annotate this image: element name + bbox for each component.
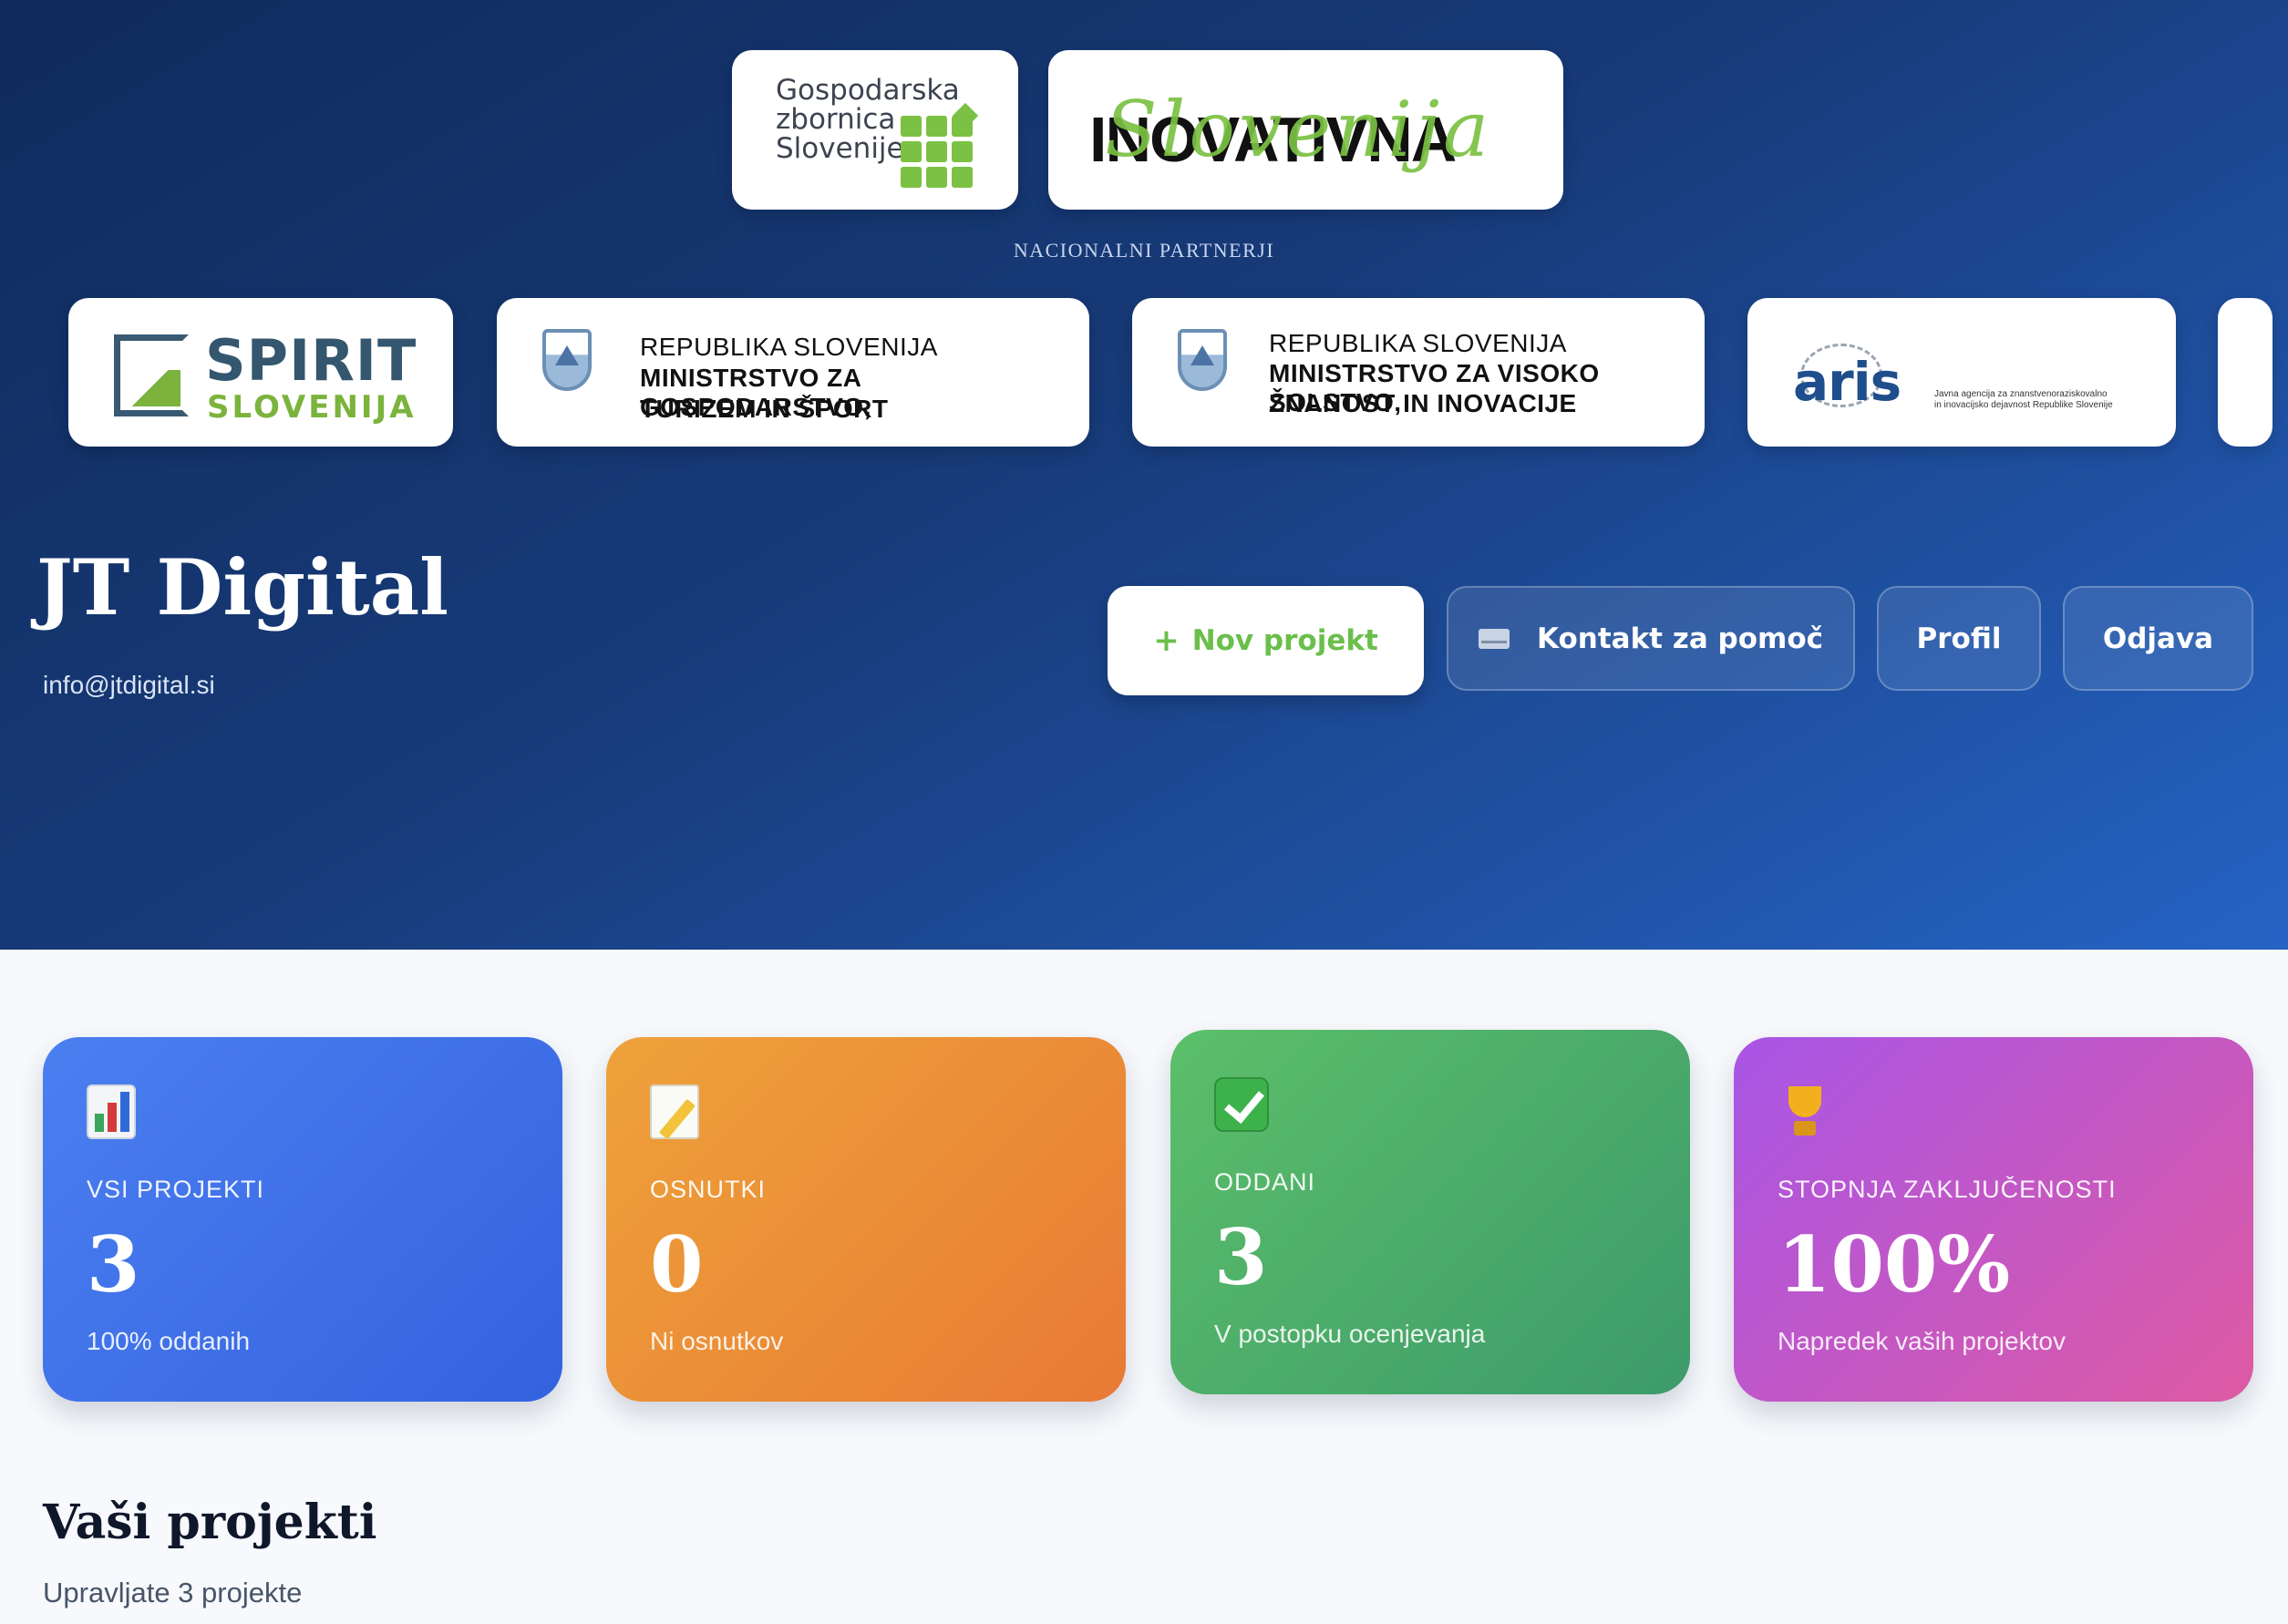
coat-of-arms-icon [542, 329, 592, 391]
projects-section-title: Vaši projekti [43, 1495, 377, 1550]
stat-subtext: 100% oddanih [87, 1327, 251, 1355]
stat-label: VSI PROJEKTI [87, 1176, 265, 1203]
ministry-economy-line3: TURIZEM IN ŠPORT [640, 395, 889, 423]
inovativna-slovenija-logo[interactable]: INOVATIVNA Slovenija [1048, 50, 1563, 210]
logout-label: Odjava [2102, 622, 2214, 655]
new-project-label: Nov projekt [1191, 624, 1378, 657]
stat-subtext: Napredek vaših projektov [1778, 1327, 2066, 1355]
stat-card-submitted: ODDANI 3 V postopku ocenjevanja [1170, 1030, 1690, 1394]
hero-header: Gospodarska zbornica Slovenije INOVATIVN… [0, 0, 2288, 950]
stat-subtext: V postopku ocenjevanja [1214, 1320, 1486, 1348]
bar-chart-icon [87, 1084, 136, 1139]
ministry-science-line1: REPUBLIKA SLOVENIJA [1269, 329, 1567, 357]
new-project-button[interactable]: + Nov projekt [1108, 586, 1424, 695]
spirit-slovenija-logo[interactable]: SPIRIT SLOVENIJA [68, 298, 453, 447]
inovativna-script: Slovenija [1105, 85, 1493, 174]
stat-card-drafts: OSNUTKI 0 Ni osnutkov [606, 1037, 1126, 1402]
stat-card-completion-rate: STOPNJA ZAKLJUČENOSTI 100% Napredek vaši… [1734, 1037, 2253, 1402]
national-partners-label: NACIONALNI PARTNERJI [1013, 239, 1275, 262]
company-name: JT Digital [36, 542, 449, 632]
check-mark-icon [1214, 1077, 1269, 1132]
stat-label: STOPNJA ZAKLJUČENOSTI [1778, 1176, 2117, 1203]
profile-label: Profil [1916, 622, 2002, 655]
spirit-subtitle: SLOVENIJA [207, 389, 417, 426]
ministry-economy-logo[interactable]: REPUBLIKA SLOVENIJA MINISTRSTVO ZA GOSPO… [497, 298, 1089, 447]
logout-button[interactable]: Odjava [2063, 586, 2253, 691]
coat-of-arms-icon [1178, 329, 1227, 391]
memo-icon [650, 1084, 699, 1139]
spirit-mark-icon [114, 334, 189, 416]
stat-value: 3 [87, 1219, 140, 1310]
stat-card-all-projects: VSI PROJEKTI 3 100% oddanih [43, 1037, 562, 1402]
help-contact-label: Kontakt za pomoč [1536, 622, 1824, 655]
help-contact-button[interactable]: Kontakt za pomoč [1447, 586, 1855, 691]
stat-subtext: Ni osnutkov [650, 1327, 784, 1355]
spirit-title: SPIRIT [205, 327, 417, 394]
envelope-icon [1478, 628, 1510, 649]
stat-label: ODDANI [1214, 1168, 1316, 1196]
partner-logo-partial[interactable] [2218, 298, 2273, 447]
gzs-grid-icon [901, 116, 973, 188]
ministry-economy-line1: REPUBLIKA SLOVENIJA [640, 333, 938, 361]
stat-label: OSNUTKI [650, 1176, 767, 1203]
trophy-icon [1778, 1084, 1832, 1139]
projects-section-subtitle: Upravljate 3 projekte [43, 1577, 303, 1609]
company-email: info@jtdigital.si [43, 671, 215, 699]
stat-value: 100% [1778, 1219, 2011, 1310]
ministry-science-line3: ZNANOST IN INOVACIJE [1269, 389, 1577, 417]
ministry-science-logo[interactable]: REPUBLIKA SLOVENIJA MINISTRSTVO ZA VISOK… [1132, 298, 1705, 447]
plus-icon: + [1153, 622, 1180, 659]
stat-value: 3 [1214, 1212, 1268, 1302]
stat-value: 0 [650, 1219, 704, 1310]
aris-logo[interactable]: aris Javna agencija za znanstvenorazisko… [1747, 298, 2176, 447]
aris-word: aris [1793, 351, 1902, 413]
profile-button[interactable]: Profil [1877, 586, 2041, 691]
aris-description: Javna agencija za znanstvenoraziskovalno… [1934, 389, 2113, 410]
gzs-logo[interactable]: Gospodarska zbornica Slovenije [732, 50, 1018, 210]
